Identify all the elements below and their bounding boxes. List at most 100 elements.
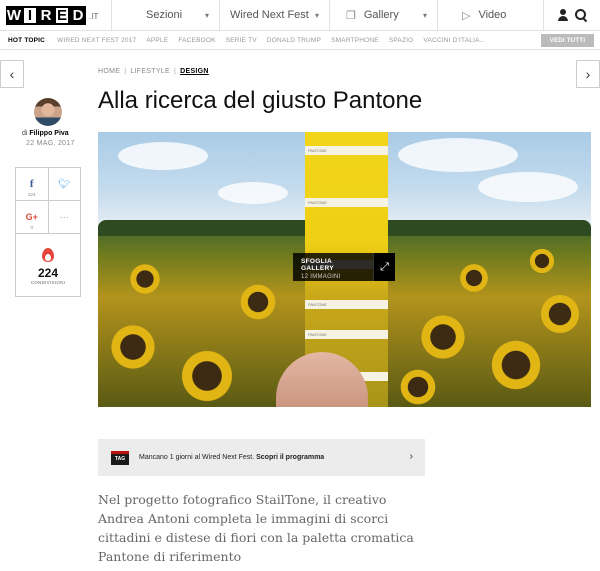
gallery-icon: ❐	[346, 9, 356, 22]
pantone-swatch-label: PANTONE	[305, 198, 388, 207]
nav-actions	[544, 0, 600, 30]
share-total: 224 CONDIVISIONI	[16, 234, 80, 296]
sunflower	[398, 367, 438, 407]
gplus-count: 0	[30, 225, 33, 230]
banner-link[interactable]: Scopri il programma	[256, 454, 324, 461]
more-icon: ···	[59, 212, 69, 222]
gallery-button[interactable]: SFOGLIA GALLERY 12 IMMAGINI ⤢	[293, 253, 395, 281]
flame-icon	[41, 246, 55, 264]
tag-heuer-logo: TAG	[111, 450, 129, 465]
breadcrumb-separator: |	[174, 68, 177, 75]
share-row: G+ 0 ···	[16, 201, 80, 234]
topic-link[interactable]: SMARTPHONE	[331, 37, 379, 44]
play-icon: ▷	[462, 9, 471, 22]
google-plus-icon: G+	[25, 212, 38, 222]
next-article-button[interactable]: ›	[576, 60, 600, 88]
sunflower	[128, 262, 162, 296]
chevron-down-icon: ▾	[422, 10, 427, 20]
expand-icon[interactable]: ⤢	[373, 253, 395, 281]
topic-link[interactable]: DONALD TRUMP	[267, 37, 321, 44]
article-lead: Nel progetto fotografico StailTone, il c…	[98, 492, 414, 564]
sunflower	[488, 337, 544, 393]
topic-link[interactable]: SPAZIO	[389, 37, 414, 44]
topic-link[interactable]: WIRED NEXT FEST 2017	[57, 37, 136, 44]
breadcrumb-home[interactable]: HOME	[98, 68, 120, 75]
sunflower	[418, 312, 468, 362]
chevron-down-icon: ▾	[314, 10, 319, 20]
nav-wired-next-fest[interactable]: Wired Next Fest ▾	[220, 0, 330, 30]
publish-date: 22 MAG, 2017	[26, 140, 75, 147]
chevron-right-icon: ›	[585, 66, 591, 82]
pantone-swatch-label: PANTONE	[305, 330, 388, 339]
breadcrumb-separator: |	[124, 68, 127, 75]
cloud	[218, 182, 288, 204]
hot-topics-bar: HOT TOPIC WIRED NEXT FEST 2017 APPLE FAC…	[0, 31, 600, 50]
wired-next-fest-banner[interactable]: TAG Mancano 1 giorni al Wired Next Fest.…	[98, 439, 425, 476]
gallery-button-text: SFOGLIA GALLERY 12 IMMAGINI	[293, 253, 373, 281]
see-all-button[interactable]: VEDI TUTTI	[541, 34, 594, 47]
chevron-left-icon: ‹	[9, 66, 15, 82]
prev-article-button[interactable]: ‹	[0, 60, 24, 88]
topic-link[interactable]: SERIE TV	[226, 37, 257, 44]
banner-text: Mancano 1 giorni al Wired Next Fest. Sco…	[139, 454, 324, 461]
pantone-swatch-label: PANTONE	[305, 300, 388, 309]
logo-letter: D	[70, 5, 86, 25]
nav-fest-label: Wired Next Fest	[230, 9, 309, 21]
pantone-swatch-label: PANTONE	[305, 146, 388, 155]
gallery-title: SFOGLIA GALLERY	[301, 258, 334, 272]
twitter-icon: 🐦︎	[57, 178, 71, 190]
user-icon[interactable]	[557, 9, 569, 21]
sunflower	[458, 262, 490, 294]
nav-video-label: Video	[478, 9, 507, 21]
topic-link[interactable]: APPLE	[146, 37, 168, 44]
nav-video[interactable]: ▷ Video	[438, 0, 544, 30]
breadcrumb-lifestyle[interactable]: LIFESTYLE	[130, 68, 170, 75]
hero-image[interactable]: PANTONE PANTONE PANTONE PANTONE PANTONE …	[98, 132, 591, 407]
nav-sezioni-label: Sezioni	[146, 9, 183, 21]
gallery-count: 12 IMMAGINI	[301, 274, 341, 280]
topic-link[interactable]: VACCINI D'ITALIA...	[423, 37, 485, 44]
search-icon[interactable]	[575, 9, 587, 21]
sunflower	[178, 347, 236, 405]
facebook-icon: f	[29, 178, 34, 190]
logo-letter: I	[22, 5, 38, 25]
sunflower	[538, 292, 582, 336]
breadcrumb: HOME | LIFESTYLE | DESIGN	[98, 68, 209, 75]
nav-sezioni[interactable]: Sezioni ▾	[112, 0, 220, 30]
sunflower	[108, 322, 158, 372]
author-byline: di Filippo Piva	[22, 130, 69, 137]
wired-logo[interactable]: W I R E D .IT	[0, 0, 112, 30]
sunflower	[528, 247, 556, 275]
author-name[interactable]: Filippo Piva	[29, 130, 68, 137]
logo-letters: W I R E D	[6, 5, 86, 25]
more-share-button[interactable]: ···	[47, 201, 81, 233]
breadcrumb-design[interactable]: DESIGN	[180, 68, 209, 75]
twitter-share-button[interactable]: 🐦︎	[47, 168, 81, 200]
top-nav: W I R E D .IT Sezioni ▾ Wired Next Fest …	[0, 0, 600, 31]
facebook-share-button[interactable]: f 224	[16, 168, 48, 200]
share-total-label: CONDIVISIONI	[30, 279, 66, 285]
topic-link[interactable]: FACEBOOK	[178, 37, 215, 44]
article-title: Alla ricerca del giusto Pantone	[98, 87, 423, 114]
cloud	[118, 142, 208, 170]
logo-suffix: .IT	[89, 11, 99, 21]
cloud	[398, 138, 518, 172]
chevron-right-icon: ›	[409, 451, 413, 462]
cloud	[478, 172, 578, 202]
logo-letter: E	[54, 5, 70, 25]
author-avatar[interactable]	[34, 98, 62, 126]
logo-letter: W	[6, 5, 22, 25]
chevron-down-icon: ▾	[204, 10, 209, 20]
share-row: f 224 🐦︎	[16, 168, 80, 201]
author-prefix: di	[22, 130, 28, 137]
nav-gallery[interactable]: ❐ Gallery ▾	[330, 0, 438, 30]
logo-letter: R	[38, 5, 54, 25]
share-total-count: 224	[37, 265, 59, 280]
hot-topic-label: HOT TOPIC	[8, 36, 46, 44]
facebook-count: 224	[27, 192, 36, 197]
nav-gallery-label: Gallery	[363, 9, 399, 21]
sunflower	[238, 282, 278, 322]
banner-message: Mancano 1 giorni al Wired Next Fest.	[139, 454, 255, 461]
share-box: f 224 🐦︎ G+ 0 ··· 224 CONDIVISIONI	[15, 167, 81, 297]
gplus-share-button[interactable]: G+ 0	[16, 201, 48, 233]
